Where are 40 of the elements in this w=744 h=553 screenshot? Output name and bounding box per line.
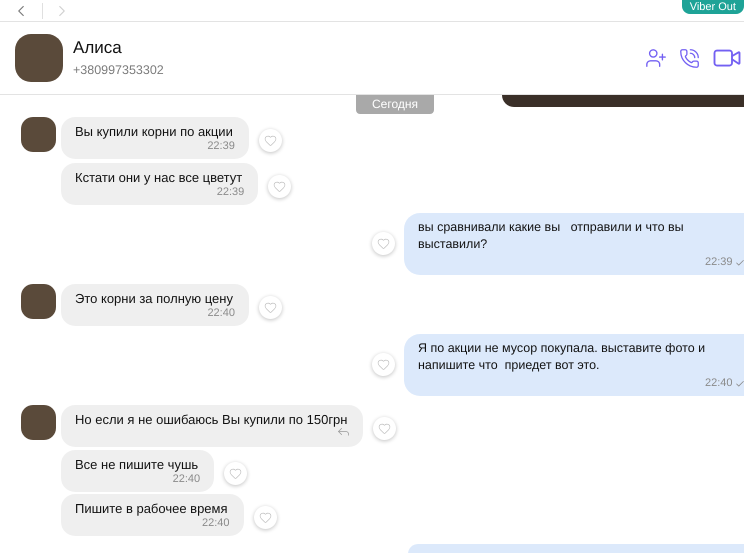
contact-name: Алиса: [73, 37, 123, 59]
message-text: Все не пишите чушь: [75, 456, 200, 473]
heart-icon: [273, 180, 286, 193]
like-button[interactable]: [373, 417, 396, 440]
heart-icon: [264, 134, 277, 147]
message-text: Кстати они у нас все цветут: [75, 169, 244, 186]
viber-out-button[interactable]: Viber Out: [682, 0, 744, 14]
message-text: Пишите в рабочее время: [75, 500, 229, 517]
message-time: 22:39: [216, 186, 244, 199]
heart-icon: [378, 422, 392, 435]
date-label: Сегодня: [356, 95, 434, 114]
phone-icon[interactable]: [679, 48, 700, 68]
like-button[interactable]: [254, 506, 277, 529]
like-button[interactable]: [268, 175, 292, 198]
like-button[interactable]: [372, 232, 395, 255]
like-button[interactable]: [258, 129, 282, 152]
heart-icon: [377, 237, 390, 250]
heart-icon: [377, 358, 390, 371]
message-time: 22:40: [202, 517, 230, 530]
heart-icon: [229, 467, 242, 480]
contact-phone: +380997353302: [73, 62, 164, 79]
check-icon: [734, 258, 744, 268]
message-time: 22:39: [207, 140, 235, 153]
contact-avatar-photo: [15, 34, 63, 82]
message-text: Это корни за полную цену: [75, 290, 234, 307]
message-text: Но если я не ошибаюсь Вы купили по 150грн: [75, 411, 348, 428]
like-button[interactable]: [224, 462, 248, 485]
message-time: 22:40: [172, 473, 200, 486]
message-text: Вы купили корни по акции: [75, 123, 234, 140]
message-text: Я по акции не мусор покупала. выставите фото и напишите что приедет вот это.: [418, 340, 706, 374]
add-contact-icon[interactable]: [645, 47, 667, 69]
heart-icon: [258, 511, 272, 524]
check-icon: [734, 378, 744, 388]
message-time: 22:39: [705, 256, 733, 269]
message-time: 22:40: [705, 377, 733, 390]
message-time: 22:40: [207, 307, 235, 320]
like-button[interactable]: [372, 353, 395, 376]
like-button[interactable]: [258, 296, 282, 319]
message-text: вы сравнивали какие вы отправили и что вы выставили?: [418, 219, 685, 253]
heart-icon: [264, 301, 277, 314]
